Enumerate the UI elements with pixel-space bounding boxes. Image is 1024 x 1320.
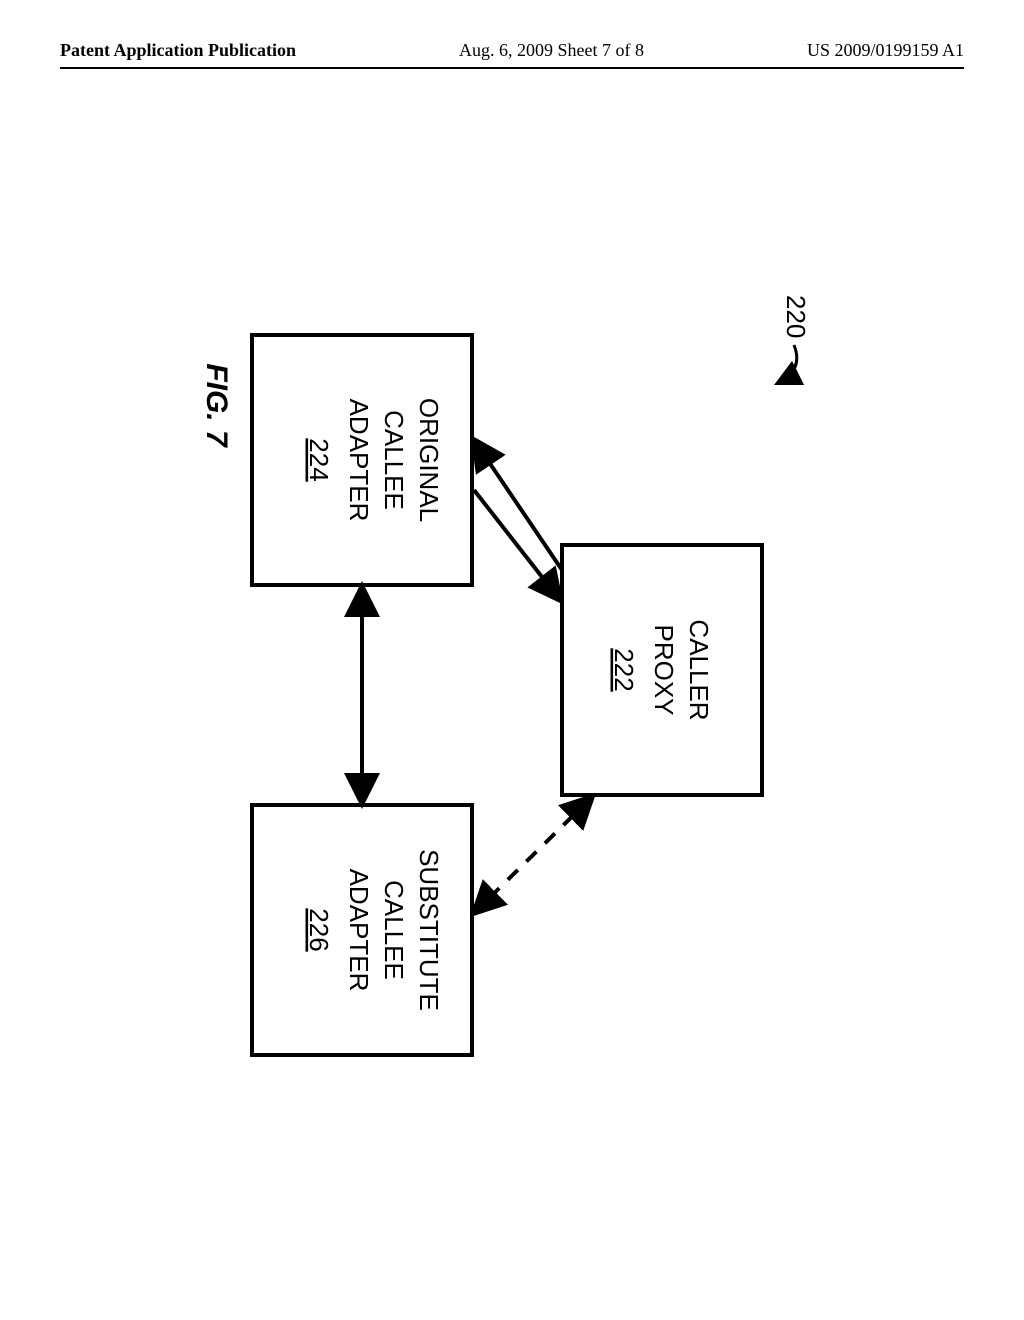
diagram-stage: 220 CALLER PROXY 222 ORIGINAL CALLEE ADA…	[60, 130, 964, 1260]
diagram-id-text: 220	[781, 295, 811, 338]
page-header: Patent Application Publication Aug. 6, 2…	[60, 40, 964, 61]
original-line1: ORIGINAL	[414, 398, 444, 522]
caller-proxy-line1: CALLER	[684, 619, 714, 720]
original-callee-box: ORIGINAL CALLEE ADAPTER 224	[252, 335, 472, 585]
arrow-proxy-substitute-dashed	[474, 797, 592, 913]
figure-label: FIG. 7	[200, 363, 233, 448]
substitute-callee-box: SUBSTITUTE CALLEE ADAPTER 226	[252, 805, 472, 1055]
caller-proxy-num: 222	[609, 648, 639, 691]
substitute-num: 226	[304, 908, 334, 951]
substitute-line3: ADAPTER	[344, 869, 374, 992]
diagram-id-group: 220	[778, 295, 811, 383]
header-rule	[60, 67, 964, 69]
original-line2: CALLEE	[379, 410, 409, 510]
caller-proxy-line2: PROXY	[649, 624, 679, 715]
original-num: 224	[304, 438, 334, 481]
diagram-svg: 220 CALLER PROXY 222 ORIGINAL CALLEE ADA…	[192, 265, 832, 1125]
caller-proxy-box: CALLER PROXY 222	[562, 545, 762, 795]
diagram-id-hook	[778, 345, 797, 383]
original-line3: ADAPTER	[344, 399, 374, 522]
substitute-line2: CALLEE	[379, 880, 409, 980]
header-mid: Aug. 6, 2009 Sheet 7 of 8	[459, 40, 644, 61]
header-right: US 2009/0199159 A1	[807, 40, 964, 61]
substitute-line1: SUBSTITUTE	[414, 849, 444, 1011]
diagram-rotated-container: 220 CALLER PROXY 222 ORIGINAL CALLEE ADA…	[192, 265, 832, 1125]
header-left: Patent Application Publication	[60, 40, 296, 61]
